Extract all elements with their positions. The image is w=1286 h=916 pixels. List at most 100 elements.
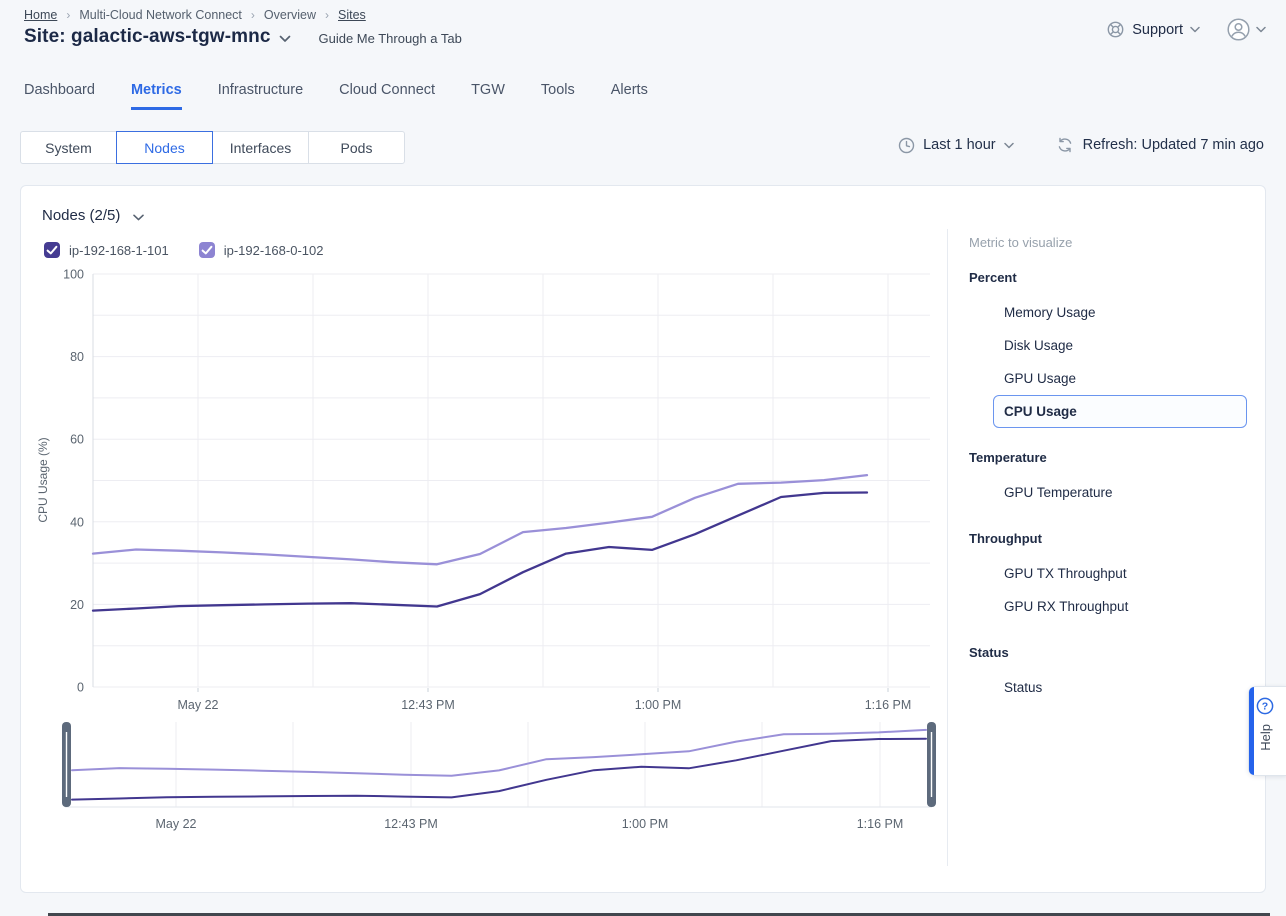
guide-me-link[interactable]: Guide Me Through a Tab	[318, 31, 461, 46]
legend-item-ip-192-168-0-102: ip-192-168-0-102	[199, 242, 324, 258]
tab-alerts[interactable]: Alerts	[611, 82, 648, 110]
x-tick-label: 12:43 PM	[401, 698, 455, 712]
brush-series-line-ip-192-168-0-102	[72, 730, 926, 776]
tab-infrastructure[interactable]: Infrastructure	[218, 82, 303, 110]
breadcrumb-item-home[interactable]: Home	[24, 8, 57, 22]
y-axis-title: CPU Usage (%)	[36, 437, 50, 522]
tab-cloud-connect[interactable]: Cloud Connect	[339, 82, 435, 110]
y-tick-label: 20	[70, 598, 84, 612]
support-menu[interactable]: Support	[1106, 20, 1200, 39]
main-tabs: Dashboard Metrics Infrastructure Cloud Conn…	[24, 82, 648, 110]
checkmark-icon	[44, 242, 60, 258]
metric-item-gpu-tx-throughput[interactable]: GPU TX Throughput	[993, 557, 1247, 590]
page-title: Site: galactic-aws-tgw-mnc	[24, 26, 270, 48]
question-mark-icon: ?	[1256, 697, 1274, 715]
metric-item-gpu-rx-throughput[interactable]: GPU RX Throughput	[993, 590, 1247, 623]
svg-text:?: ?	[1262, 701, 1268, 713]
time-range-label: Last 1 hour	[923, 137, 996, 153]
tab-tools[interactable]: Tools	[541, 82, 575, 110]
x-tick-label: 1:00 PM	[635, 698, 682, 712]
legend-item-ip-192-168-1-101: ip-192-168-1-101	[44, 242, 169, 258]
metric-subtabs: SystemNodesInterfacesPods	[20, 131, 405, 164]
y-tick-label: 0	[77, 681, 84, 695]
metric-item-gpu-temperature[interactable]: GPU Temperature	[993, 476, 1247, 509]
x-tick-label: May 22	[178, 698, 219, 712]
support-label: Support	[1132, 22, 1183, 38]
metric-group-heading: Temperature	[969, 450, 1247, 465]
nodes-panel: Nodes (2/5) ip-192-168-1-101 ip-192-168-0…	[20, 185, 1266, 893]
metric-item-memory-usage[interactable]: Memory Usage	[993, 296, 1247, 329]
subtab-pods[interactable]: Pods	[308, 131, 405, 164]
tab-dashboard[interactable]: Dashboard	[24, 82, 95, 110]
page: { "breadcrumb": { "items": [ {"label": "…	[0, 0, 1286, 916]
page-title-row: Site: galactic-aws-tgw-mnc Guide Me Thro…	[24, 26, 462, 48]
breadcrumb-item-sites[interactable]: Sites	[338, 8, 366, 22]
breadcrumb-separator: ›	[251, 8, 255, 22]
y-tick-label: 40	[70, 515, 84, 529]
site-selector-dropdown[interactable]	[279, 30, 291, 48]
refresh-button[interactable]: Refresh: Updated 7 min ago	[1056, 136, 1264, 154]
brush-x-tick-label: 1:00 PM	[622, 817, 669, 831]
help-accent-bar	[1249, 687, 1254, 775]
subtab-nodes[interactable]: Nodes	[116, 131, 213, 164]
y-tick-label: 100	[63, 268, 84, 282]
chart-controls: Last 1 hour Refresh: Updated 7 min ago	[898, 136, 1264, 154]
metric-item-gpu-usage[interactable]: GPU Usage	[993, 362, 1247, 395]
clock-icon	[898, 137, 915, 154]
user-avatar-icon	[1226, 17, 1251, 42]
metric-group-percent: Percent Memory UsageDisk UsageGPU UsageCP…	[969, 270, 1247, 428]
metric-group-heading: Percent	[969, 270, 1247, 285]
metric-sidebar-title: Metric to visualize	[969, 235, 1247, 250]
time-brush-chart: May 22 12:43 PM 1:00 PM 1:16 PM	[21, 715, 946, 847]
chevron-down-icon	[279, 35, 291, 43]
subtab-system[interactable]: System	[20, 131, 117, 164]
lifebuoy-icon	[1106, 20, 1125, 39]
cpu-usage-chart: 0 20 40 60 80 100 CPU Usage (%) May 22 12:43 PM 1…	[21, 264, 946, 714]
y-tick-label: 80	[70, 350, 84, 364]
breadcrumb-item-multi-cloud-network-connect: Multi-Cloud Network Connect	[79, 8, 242, 22]
chevron-down-icon	[1004, 142, 1014, 149]
legend-label: ip-192-168-1-101	[69, 243, 169, 258]
header-actions: Support	[1106, 17, 1266, 42]
tab-tgw[interactable]: TGW	[471, 82, 505, 110]
metric-sidebar: Metric to visualize Percent Memory UsageD…	[947, 229, 1267, 866]
time-range-selector[interactable]: Last 1 hour	[898, 137, 1014, 154]
metric-group-throughput: Throughput GPU TX ThroughputGPU RX Throug…	[969, 531, 1247, 623]
metric-group-status: Status Status	[969, 645, 1247, 704]
y-tick-label: 60	[70, 433, 84, 447]
help-label: Help	[1258, 724, 1273, 751]
metric-item-disk-usage[interactable]: Disk Usage	[993, 329, 1247, 362]
account-menu[interactable]	[1226, 17, 1266, 42]
chevron-down-icon	[1190, 26, 1200, 33]
panel-title: Nodes (2/5)	[42, 207, 120, 224]
series-line-ip-192-168-0-102	[93, 475, 867, 564]
chevron-down-icon	[133, 214, 144, 221]
refresh-status-label: Refresh: Updated 7 min ago	[1083, 137, 1264, 153]
breadcrumb-separator: ›	[325, 8, 329, 22]
brush-x-tick-label: 1:16 PM	[857, 817, 904, 831]
metric-group-heading: Throughput	[969, 531, 1247, 546]
brush-x-tick-label: 12:43 PM	[384, 817, 438, 831]
checkmark-icon	[199, 242, 215, 258]
metric-group-temperature: Temperature GPU Temperature	[969, 450, 1247, 509]
metric-group-heading: Status	[969, 645, 1247, 660]
x-tick-label: 1:16 PM	[865, 698, 912, 712]
breadcrumb: Home › Multi-Cloud Network Connect › Overvie…	[24, 8, 366, 22]
tab-metrics[interactable]: Metrics	[131, 82, 182, 110]
series-legend: ip-192-168-1-101 ip-192-168-0-102	[44, 242, 323, 258]
subtab-interfaces[interactable]: Interfaces	[212, 131, 309, 164]
checkbox-ip-192-168-1-101[interactable]	[44, 242, 60, 258]
help-button[interactable]: ? Help	[1248, 686, 1286, 776]
checkbox-ip-192-168-0-102[interactable]	[199, 242, 215, 258]
panel-title-row: Nodes (2/5)	[42, 205, 144, 225]
legend-label: ip-192-168-0-102	[224, 243, 324, 258]
chevron-down-icon	[1256, 26, 1266, 33]
breadcrumb-item-overview: Overview	[264, 8, 316, 22]
panel-collapse-toggle[interactable]	[133, 208, 144, 225]
help-content: ? Help	[1256, 697, 1274, 751]
metric-item-status[interactable]: Status	[993, 671, 1247, 704]
breadcrumb-separator: ›	[66, 8, 70, 22]
metric-item-cpu-usage[interactable]: CPU Usage	[993, 395, 1247, 428]
refresh-icon	[1056, 136, 1074, 154]
brush-x-tick-label: May 22	[156, 817, 197, 831]
